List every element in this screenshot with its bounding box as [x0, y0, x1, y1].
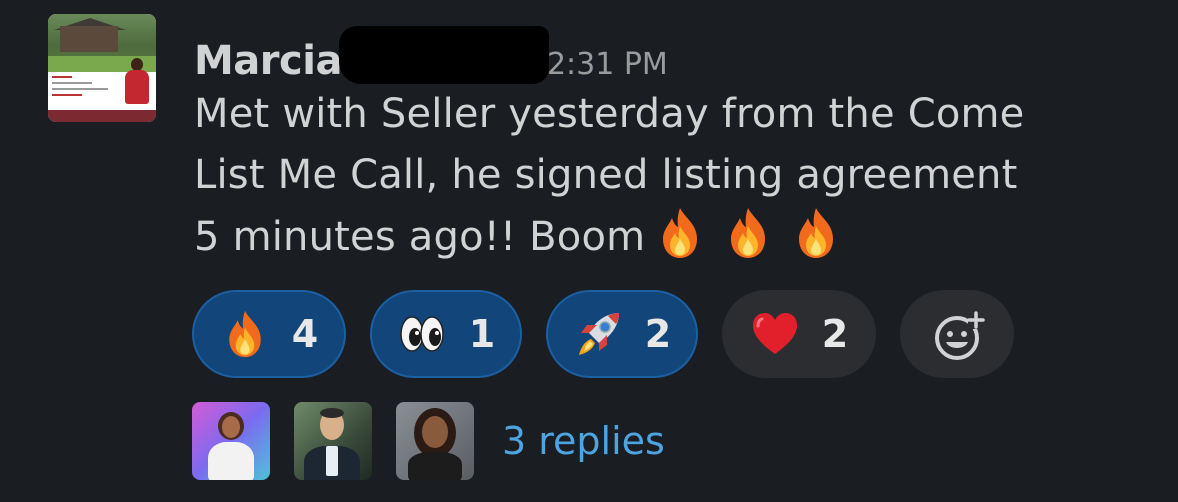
reaction-count: 4 [291, 312, 319, 356]
avatar-card-text [52, 76, 116, 100]
message-line-2: List Me Call, he signed listing agreemen… [194, 152, 1018, 198]
message-line-3-text: 5 minutes ago!! Boom [194, 214, 646, 260]
add-reaction-icon [932, 309, 985, 360]
thread-participant-avatar [396, 402, 474, 480]
thread-participant-avatar [192, 402, 270, 480]
message-line-1: Met with Seller yesterday from the Come [194, 91, 1025, 137]
message-body: Met with Seller yesterday from the Come … [194, 84, 1154, 268]
sender-name[interactable]: Marcia [194, 38, 342, 84]
fire-emoji [791, 206, 841, 260]
message-timestamp[interactable]: 2:31 PM [547, 47, 668, 82]
message-line-3: 5 minutes ago!! Boom [194, 206, 1154, 268]
add-reaction-button[interactable] [900, 290, 1014, 378]
thread-summary[interactable]: 3 replies [192, 402, 665, 480]
rocket-emoji [573, 309, 623, 359]
fire-emoji [220, 309, 270, 359]
reaction-bar: 4 1 2 2 [192, 290, 1014, 378]
reaction-eyes[interactable]: 1 [370, 290, 522, 378]
fire-emoji [655, 206, 705, 260]
eyes-emoji [397, 309, 447, 359]
avatar-portrait [122, 58, 152, 106]
heart-emoji [750, 309, 800, 359]
reaction-count: 1 [468, 312, 496, 356]
reaction-rocket[interactable]: 2 [546, 290, 698, 378]
message: Marcia 2:31 PM Met with Seller yesterday… [0, 0, 1178, 502]
thread-participant-avatar [294, 402, 372, 480]
reaction-fire[interactable]: 4 [192, 290, 346, 378]
redacted-surname [338, 26, 549, 84]
reaction-count: 2 [821, 312, 849, 356]
reaction-heart[interactable]: 2 [722, 290, 876, 378]
message-header: Marcia 2:31 PM [194, 16, 668, 84]
fire-emoji [723, 206, 773, 260]
sender-avatar[interactable] [48, 14, 156, 122]
thread-replies-link[interactable]: 3 replies [502, 419, 665, 463]
reaction-count: 2 [644, 312, 672, 356]
